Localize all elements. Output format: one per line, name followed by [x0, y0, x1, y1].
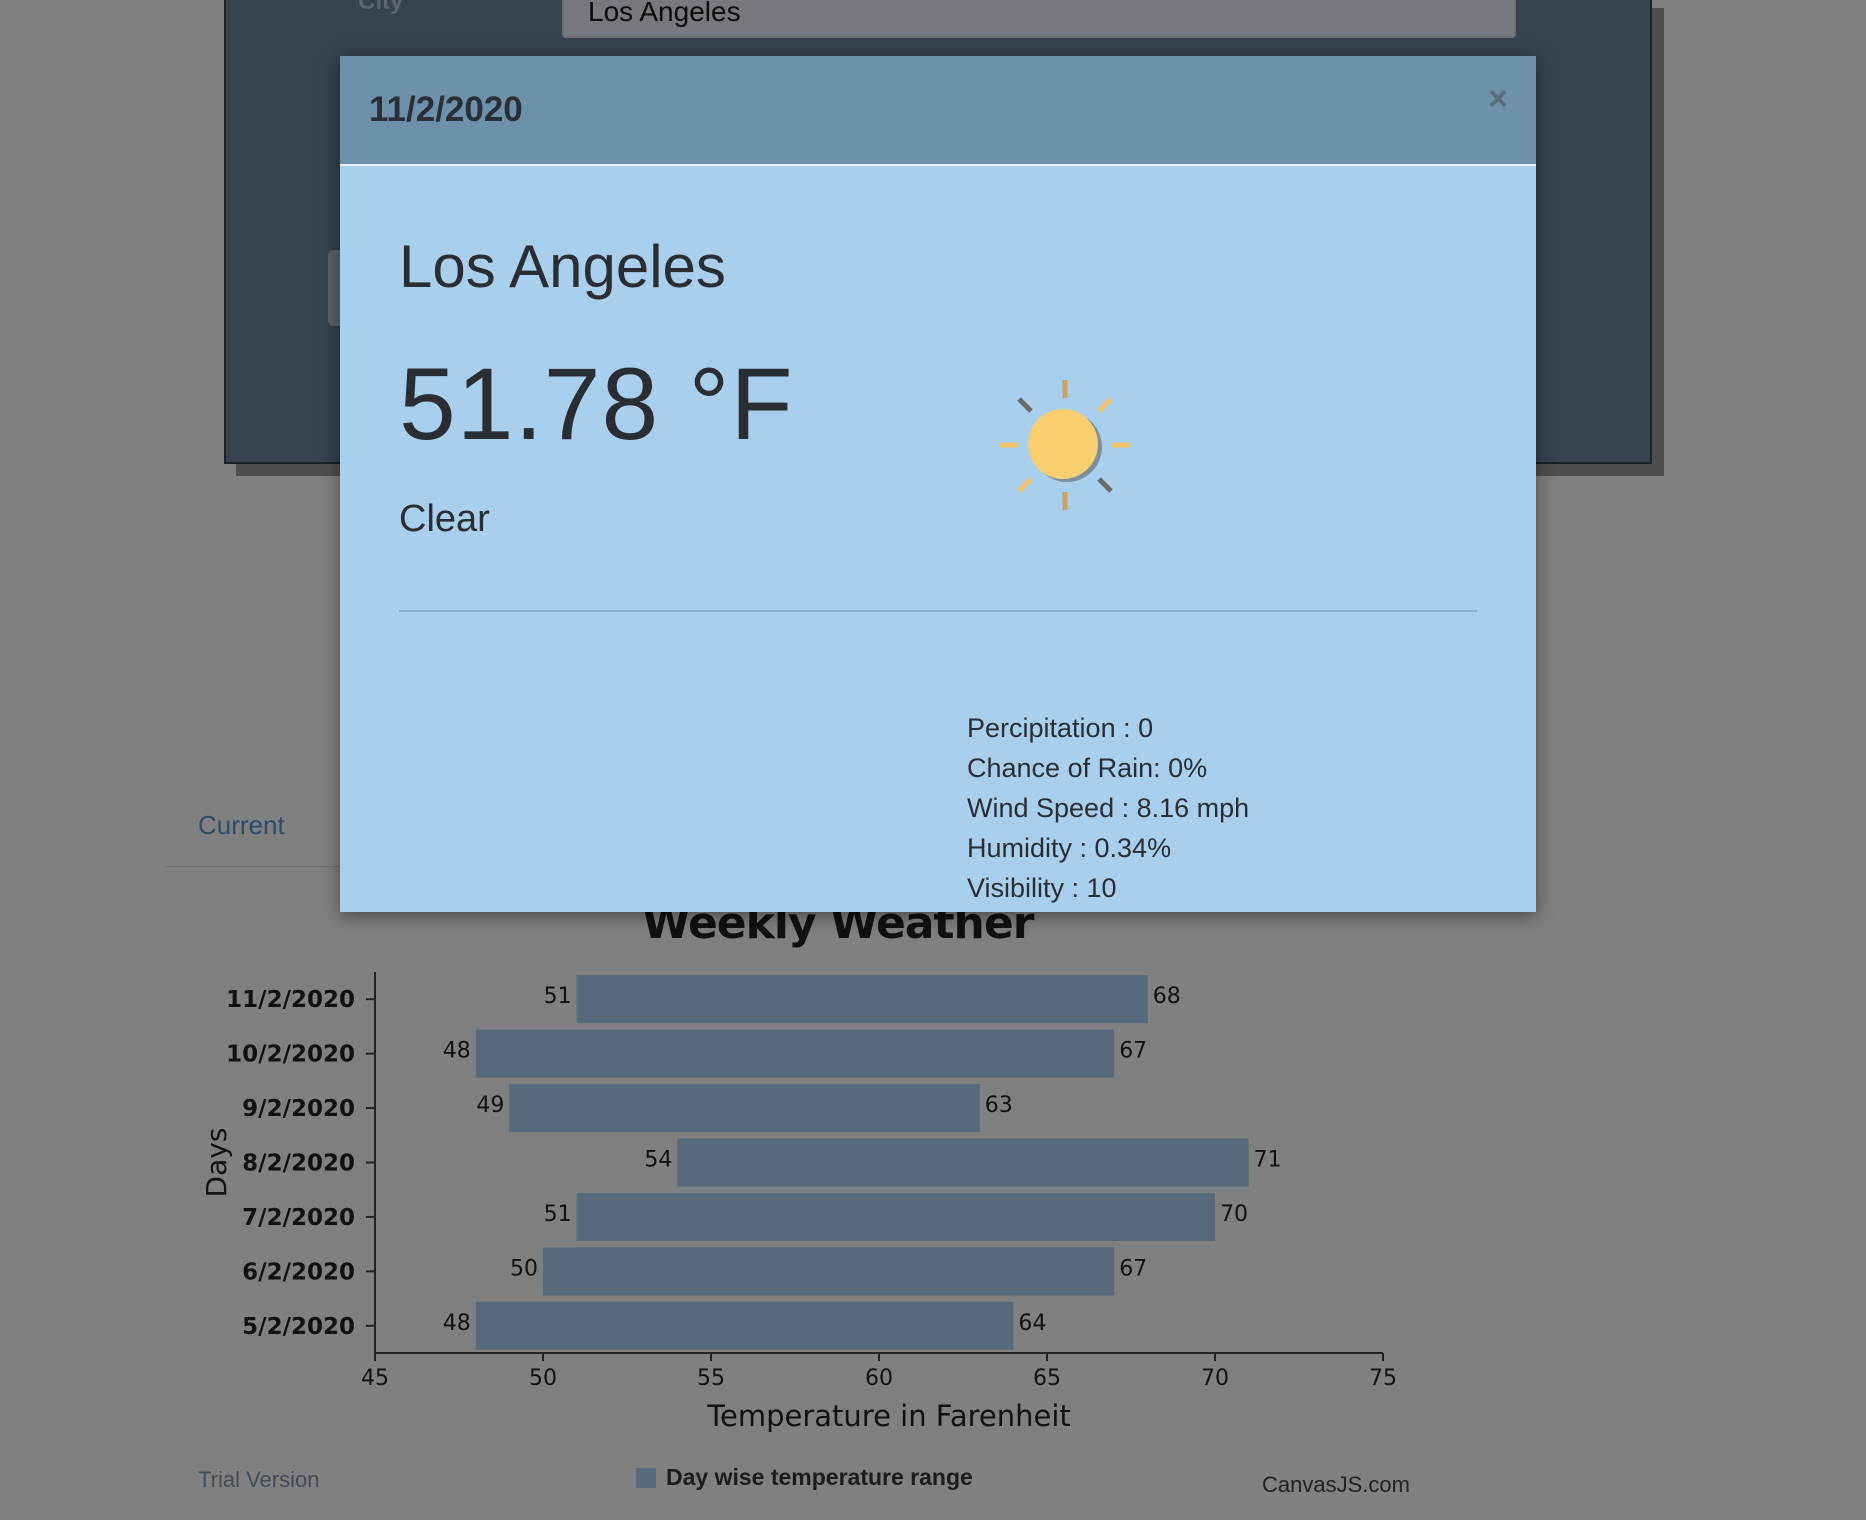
modal-temperature: 51.78 °F [399, 347, 794, 461]
bar-high-label: 68 [1153, 984, 1181, 1009]
modal-city-name: Los Angeles [399, 233, 726, 300]
trial-version-text: Trial Version [198, 1467, 320, 1492]
tab-current[interactable]: Current [198, 810, 285, 841]
chart-legend[interactable]: Day wise temperature range [636, 1464, 973, 1491]
y-tick-label: 5/2/2020 [242, 1314, 355, 1340]
y-tick-label: 7/2/2020 [242, 1205, 355, 1231]
bar-high-label: 63 [985, 1093, 1013, 1118]
city-label: City [358, 0, 404, 15]
y-axis-title: Days [200, 1128, 233, 1198]
modal-date: 11/2/2020 [369, 90, 523, 129]
y-tick-label: 8/2/2020 [242, 1151, 355, 1177]
x-tick-label: 50 [529, 1366, 557, 1391]
bar-high-label: 67 [1119, 1256, 1147, 1281]
range-bar [543, 1247, 1115, 1296]
x-axis-title: Temperature in Farenheit [706, 1399, 1071, 1433]
x-tick-label: 45 [361, 1366, 389, 1391]
bar-high-label: 70 [1220, 1202, 1248, 1227]
y-tick-label: 11/2/2020 [226, 987, 355, 1013]
legend-label: Day wise temperature range [666, 1464, 973, 1490]
city-input[interactable]: Los Angeles [562, 0, 1516, 38]
x-tick-label: 70 [1201, 1366, 1229, 1391]
bar-high-label: 71 [1254, 1148, 1282, 1173]
detail-humidity: Humidity : 0.34% [967, 833, 1172, 863]
close-icon[interactable]: × [1488, 82, 1508, 116]
range-bar [475, 1029, 1115, 1078]
bar-low-label: 49 [476, 1093, 504, 1118]
bar-low-label: 54 [644, 1148, 672, 1173]
bar-high-label: 64 [1018, 1311, 1046, 1336]
y-tick-label: 10/2/2020 [226, 1042, 355, 1068]
range-bar [509, 1084, 980, 1133]
range-bar [475, 1301, 1014, 1350]
detail-precipitation: Percipitation : 0 [967, 713, 1154, 743]
weather-detail-modal: 11/2/2020 × Los Angeles 51.78 °F Clear P… [340, 56, 1536, 912]
legend-swatch [636, 1467, 656, 1488]
range-bar [677, 1138, 1249, 1187]
tab-divider [166, 866, 346, 867]
range-bar [576, 1192, 1215, 1241]
modal-divider [399, 610, 1477, 612]
y-tick-label: 9/2/2020 [242, 1096, 355, 1122]
detail-wind-speed: Wind Speed : 8.16 mph [967, 793, 1250, 823]
detail-chance-of-rain: Chance of Rain: 0% [967, 753, 1208, 783]
sun-icon [1000, 380, 1130, 510]
x-tick-label: 55 [697, 1366, 725, 1391]
weather-details: Percipitation : 0 Chance of Rain: 0% Win… [967, 708, 1249, 908]
bar-low-label: 51 [544, 984, 572, 1009]
x-tick-label: 75 [1369, 1366, 1397, 1391]
weekly-weather-chart: 45 50 55 60 65 70 75 11/2/2020 51 68 10/2/2020 48 67… [200, 972, 1397, 1433]
bar-low-label: 51 [544, 1202, 572, 1227]
modal-header: 11/2/2020 × [340, 56, 1536, 166]
range-bar [576, 975, 1148, 1024]
x-tick-label: 60 [865, 1366, 893, 1391]
canvasjs-credit-link[interactable]: CanvasJS.com [1262, 1472, 1410, 1498]
x-tick-label: 65 [1033, 1366, 1061, 1391]
bar-low-label: 48 [443, 1039, 471, 1064]
bar-low-label: 50 [510, 1256, 538, 1281]
bar-high-label: 67 [1119, 1039, 1147, 1064]
bar-low-label: 48 [443, 1311, 471, 1336]
modal-condition: Clear [399, 498, 490, 540]
detail-visibility: Visibility : 10 [967, 873, 1117, 903]
y-tick-label: 6/2/2020 [242, 1259, 355, 1285]
